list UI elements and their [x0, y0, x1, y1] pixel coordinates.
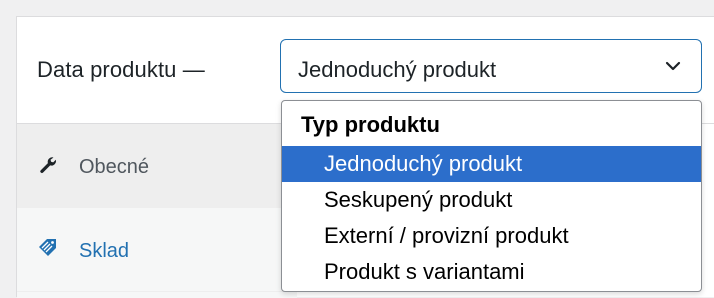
tag-icon: [39, 239, 56, 256]
option-externi-produkt[interactable]: Externí / provizní produkt: [282, 218, 701, 254]
dropdown-group-label: Typ produktu: [301, 112, 440, 137]
wrench-icon: [40, 157, 56, 173]
tab-sklad[interactable]: Sklad: [17, 208, 297, 292]
chevron-down-icon: [665, 61, 681, 71]
product-data-tabs: Obecné Sklad: [17, 124, 297, 298]
option-produkt-s-variantami[interactable]: Produkt s variantami: [282, 254, 701, 290]
tab-obecne[interactable]: Obecné: [17, 124, 297, 208]
product-data-label: Data produktu —: [37, 57, 205, 82]
option-seskupeny-produkt[interactable]: Seskupený produkt: [282, 182, 701, 218]
product-type-select[interactable]: Jednoduchý produkt: [280, 39, 702, 93]
product-type-dropdown: Typ produktu Jednoduchý produkt Seskupen…: [281, 100, 702, 292]
option-jednoduchy-produkt[interactable]: Jednoduchý produkt: [282, 146, 701, 182]
tab-obecne-label: Obecné: [79, 156, 150, 178]
product-type-select-value: Jednoduchý produkt: [298, 57, 497, 82]
tab-sklad-label: Sklad: [79, 240, 130, 262]
